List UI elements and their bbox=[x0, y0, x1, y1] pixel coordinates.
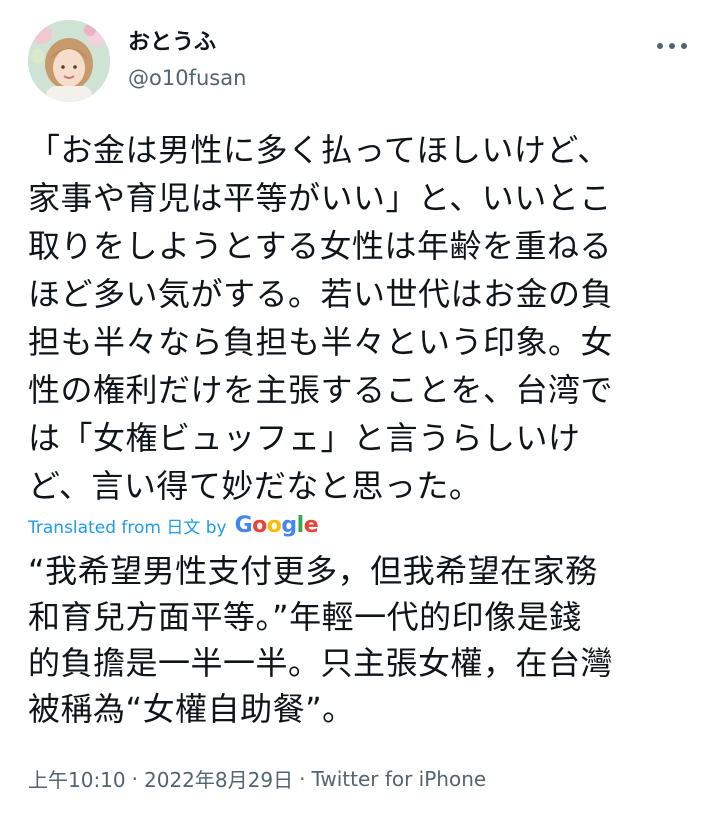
google-logo-letter: G bbox=[234, 512, 253, 538]
google-logo-letter: e bbox=[303, 512, 319, 538]
translated-text: “我希望男性支付更多，但我希望在家務 和育兒方面平等。”年輕一代的印像是錢 的負… bbox=[28, 552, 614, 728]
tweet-header: おとうふ @o10fusan bbox=[28, 20, 692, 104]
separator: · bbox=[131, 766, 138, 791]
translation-label: Translated from 日文 by bbox=[28, 517, 227, 538]
user-names: おとうふ @o10fusan bbox=[128, 28, 246, 94]
avatar-image bbox=[28, 20, 110, 102]
tweet-text: 「お金は男性に多く払ってほしいけど、 家事や育児は平等がいい」と、いいとこ 取り… bbox=[28, 131, 614, 505]
google-logo-letter: o bbox=[252, 512, 267, 538]
display-name[interactable]: おとうふ bbox=[128, 28, 246, 58]
avatar[interactable] bbox=[28, 20, 110, 102]
more-horizontal-icon bbox=[657, 43, 687, 49]
tweet-source[interactable]: Twitter for iPhone bbox=[311, 767, 486, 791]
google-logo-letter: g bbox=[281, 512, 297, 538]
tweet-date[interactable]: 2022年8月29日 bbox=[144, 764, 293, 793]
google-logo-letter: l bbox=[296, 512, 305, 538]
google-logo-letter: o bbox=[266, 512, 282, 538]
translation-attribution[interactable]: Translated from 日文 by Google bbox=[28, 510, 319, 540]
tweet-metadata: 上午10:10 · 2022年8月29日 · Twitter for iPhon… bbox=[28, 764, 486, 793]
tweet: おとうふ @o10fusan 「お金は男性に多く払ってほしいけど、 家事や育児は… bbox=[0, 0, 720, 817]
separator: · bbox=[299, 766, 306, 791]
google-logo: Google bbox=[235, 513, 319, 538]
tweet-time[interactable]: 上午10:10 bbox=[28, 764, 126, 793]
user-handle[interactable]: @o10fusan bbox=[128, 62, 246, 94]
more-options-button[interactable] bbox=[652, 34, 692, 58]
